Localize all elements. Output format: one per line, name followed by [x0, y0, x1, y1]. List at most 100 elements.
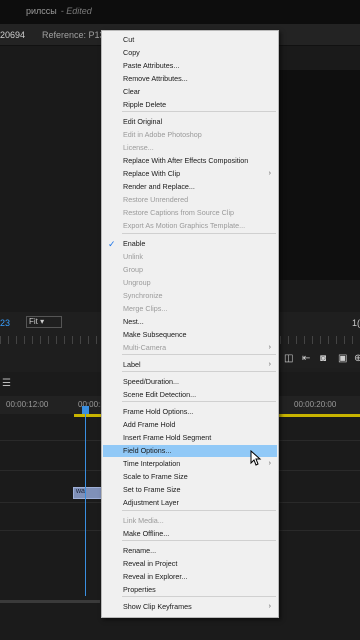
menu-item-clear[interactable]: Clear [103, 86, 277, 98]
menu-item-license: License... [103, 142, 277, 154]
ruler-tick-label: 00:00:20:00 [294, 400, 337, 409]
menu-item-frame-hold-options[interactable]: Frame Hold Options... [103, 406, 277, 418]
menu-item-paste-attributes[interactable]: Paste Attributes... [103, 60, 277, 72]
checkmark-icon: ✓ [108, 239, 116, 249]
edited-label: - Edited [60, 6, 92, 16]
menu-item-enable[interactable]: ✓ Enable [103, 238, 277, 250]
menu-item-label: Replace With After Effects Composition [123, 156, 249, 165]
menu-item-rename[interactable]: Rename... [103, 545, 277, 557]
panel-menu-icon[interactable]: ☰ [2, 378, 11, 389]
playhead-line[interactable] [85, 406, 86, 596]
menu-item-show-clip-keyframes[interactable]: Show Clip Keyframes › [103, 601, 277, 613]
menu-item-scale-to-frame-size[interactable]: Scale to Frame Size [103, 471, 277, 483]
menu-item-label: Remove Attributes... [123, 74, 188, 83]
menu-item-label: Edit Original [123, 117, 163, 126]
menu-item-speed-duration[interactable]: Speed/Duration... [103, 376, 277, 388]
menu-item-label: Speed/Duration... [123, 377, 179, 386]
ruler-tick-label: 00:00:12:00 [6, 400, 49, 409]
menu-item-unlink: Unlink [103, 251, 277, 263]
insert-icon[interactable]: ⇤ [302, 353, 310, 364]
menu-item-label: Cut [123, 35, 135, 44]
menu-item-restore-unrendered: Restore Unrendered [103, 194, 277, 206]
menu-item-label: Reveal in Explorer... [123, 572, 188, 581]
menu-separator [122, 233, 276, 234]
playhead-timecode[interactable]: 23 [0, 318, 10, 328]
menu-item-label: Make Offline... [123, 529, 170, 538]
export-frame-icon[interactable]: ◫ [284, 353, 293, 364]
menu-item-label: Clear [123, 87, 141, 96]
menu-item-reveal-in-project[interactable]: Reveal in Project [103, 558, 277, 570]
comparison-icon[interactable]: ▣ [338, 353, 347, 364]
menu-item-label: Reveal in Project [123, 559, 178, 568]
menu-item-label: Scene Edit Detection... [123, 390, 197, 399]
menu-item-label: Restore Unrendered [123, 195, 189, 204]
menu-item-set-to-frame-size[interactable]: Set to Frame Size [103, 484, 277, 496]
menu-separator [122, 540, 276, 541]
add-button-icon[interactable]: ⊕ [354, 353, 360, 364]
menu-item-replace-with-after-effects-composition[interactable]: Replace With After Effects Composition [103, 155, 277, 167]
menu-item-label: Group [123, 265, 143, 274]
menu-item-scene-edit-detection[interactable]: Scene Edit Detection... [103, 389, 277, 401]
menu-item-remove-attributes[interactable]: Remove Attributes... [103, 73, 277, 85]
menu-item-label: Unlink [123, 252, 143, 261]
submenu-chevron-icon: › [268, 460, 271, 467]
submenu-chevron-icon: › [268, 344, 271, 351]
menu-item-ungroup: Ungroup [103, 277, 277, 289]
menu-item-label: Edit in Adobe Photoshop [123, 130, 202, 139]
menu-item-reveal-in-explorer[interactable]: Reveal in Explorer... [103, 571, 277, 583]
menu-item-render-and-replace[interactable]: Render and Replace... [103, 181, 277, 193]
menu-item-label: Properties [123, 585, 156, 594]
menu-item-label: Add Frame Hold [123, 420, 176, 429]
menu-item-label: Paste Attributes... [123, 61, 180, 70]
menu-item-make-subsequence[interactable]: Make Subsequence [103, 329, 277, 341]
menu-item-make-offline[interactable]: Make Offline... [103, 528, 277, 540]
zoom-fit-dropdown[interactable]: Fit ▾ [26, 316, 62, 328]
menu-item-edit-original[interactable]: Edit Original [103, 116, 277, 128]
menu-item-add-frame-hold[interactable]: Add Frame Hold [103, 419, 277, 431]
menu-item-label: Insert Frame Hold Segment [123, 433, 212, 442]
menu-separator [122, 371, 276, 372]
video-frame [278, 70, 360, 280]
menu-item-label: Label [123, 360, 141, 369]
duration-timecode: 1( [352, 318, 360, 328]
playhead-handle[interactable] [82, 406, 89, 414]
menu-item-ripple-delete[interactable]: Ripple Delete [103, 99, 277, 111]
menu-separator [122, 596, 276, 597]
menu-item-label: Link Media... [123, 516, 164, 525]
menu-item-label: Render and Replace... [123, 182, 195, 191]
menu-item-label: Scale to Frame Size [123, 472, 188, 481]
menu-item-adjustment-layer[interactable]: Adjustment Layer [103, 497, 277, 509]
menu-item-label: Export As Motion Graphics Template... [123, 221, 246, 230]
menu-item-label: License... [123, 143, 154, 152]
menu-item-label: Multi-Camera [123, 343, 167, 352]
menu-item-label: Copy [123, 48, 140, 57]
menu-item-link-media: Link Media... [103, 515, 277, 527]
menu-item-copy[interactable]: Copy [103, 47, 277, 59]
submenu-chevron-icon: › [268, 361, 271, 368]
sequence-tab[interactable]: рилссы - Edited [26, 6, 92, 16]
menu-item-replace-with-clip[interactable]: Replace With Clip › [103, 168, 277, 180]
menu-item-label: Rename... [123, 546, 157, 555]
menu-separator [122, 354, 276, 355]
timeline-clip[interactable]: wa [73, 487, 103, 499]
menu-item-properties[interactable]: Properties [103, 584, 277, 596]
mouse-cursor-icon [250, 450, 262, 466]
timeline-scrollbar[interactable] [0, 600, 100, 603]
menu-item-synchronize: Synchronize [103, 290, 277, 302]
clip-context-menu: Cut Copy Paste Attributes... Remove Attribu… [101, 30, 279, 618]
menu-item-export-as-motion-graphics-template: Export As Motion Graphics Template... [103, 220, 277, 232]
work-area-bar[interactable] [278, 414, 360, 417]
transport-controls: ◫ ⇤ ◙ ▣ ⊕ [278, 350, 360, 368]
clip-label: wa [76, 488, 85, 495]
menu-item-label: Adjustment Layer [123, 498, 179, 507]
menu-item-label: Enable [123, 239, 146, 248]
menu-item-edit-in-adobe-photoshop: Edit in Adobe Photoshop [103, 129, 277, 141]
menu-item-cut[interactable]: Cut [103, 34, 277, 46]
menu-item-label: Merge Clips... [123, 304, 168, 313]
menu-item-insert-frame-hold-segment[interactable]: Insert Frame Hold Segment [103, 432, 277, 444]
menu-item-label: Restore Captions from Source Clip [123, 208, 235, 217]
menu-item-label: Ripple Delete [123, 100, 167, 109]
menu-item-label[interactable]: Label › [103, 359, 277, 371]
menu-item-nest[interactable]: Nest... [103, 316, 277, 328]
camera-icon[interactable]: ◙ [320, 353, 326, 364]
